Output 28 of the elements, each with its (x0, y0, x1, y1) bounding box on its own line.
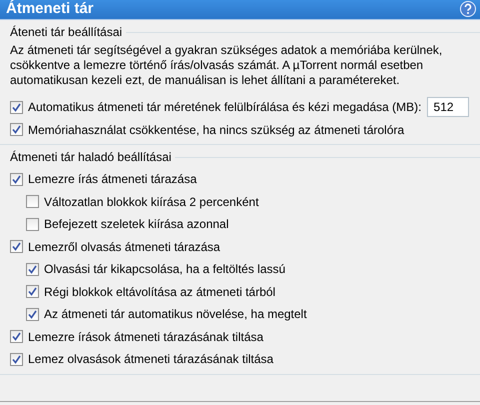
checkbox-label[interactable]: Lemezre írás átmeneti tárazása (28, 172, 197, 186)
checkbox-label[interactable]: Régi blokkok eltávolítása az átmeneti tárból (44, 284, 276, 299)
group-title: Áteneti tár beállításai (10, 25, 124, 39)
checkbox[interactable] (10, 172, 23, 186)
checkbox-label[interactable]: Befejezett szeletek kiírása azonnal (44, 217, 229, 232)
checkbox[interactable] (10, 240, 23, 254)
checkbox[interactable] (10, 352, 23, 366)
checkbox-label[interactable]: Automatikus átmeneti tár méretének felülbírálása és kézi megadása (MB): (28, 100, 422, 114)
checkbox[interactable] (26, 262, 39, 276)
checkbox-label[interactable]: Lemez olvasások átmeneti tárazásának tiltása (28, 352, 274, 366)
checkbox[interactable] (26, 285, 39, 298)
checkbox-label[interactable]: Lemezre írások átmeneti tárazásának tiltása (28, 330, 264, 344)
checkbox-label[interactable]: Memóriahasználat csökkentése, ha nincs szükség az átmeneti tárolóra (28, 122, 404, 137)
checkbox[interactable] (10, 100, 23, 114)
description-text: Az átmeneti tár segítségével a gyakran szükséges adatok a memóriába kerülnek, csökkentve a lemezre történő írás/olvasás számát. A µTorrent normál esetben automatikusan kezeli ezt, de manuálisan is lehet állítani a paramétereket. (10, 43, 444, 88)
checkbox[interactable] (26, 308, 39, 321)
help-icon[interactable] (460, 1, 476, 17)
checkbox[interactable] (10, 123, 23, 136)
checkbox-label[interactable]: Az átmeneti tár automatikus növelése, ha megtelt (44, 307, 307, 322)
checkbox-label[interactable]: Változatlan blokkok kiírása 2 percenként (44, 194, 259, 209)
window-title: Átmeneti tár (6, 0, 94, 18)
checkbox[interactable] (10, 330, 23, 344)
checkbox[interactable] (26, 195, 39, 208)
group-title: Átmeneti tár haladó beállításai (10, 150, 172, 164)
checkbox[interactable] (26, 218, 39, 231)
number-field[interactable]: 512 (426, 97, 469, 118)
checkbox-label[interactable]: Olvasási tár kikapcsolása, ha a feltöltés lassú (44, 262, 286, 276)
checkbox-label[interactable]: Lemezről olvasás átmeneti tárazása (28, 240, 220, 254)
